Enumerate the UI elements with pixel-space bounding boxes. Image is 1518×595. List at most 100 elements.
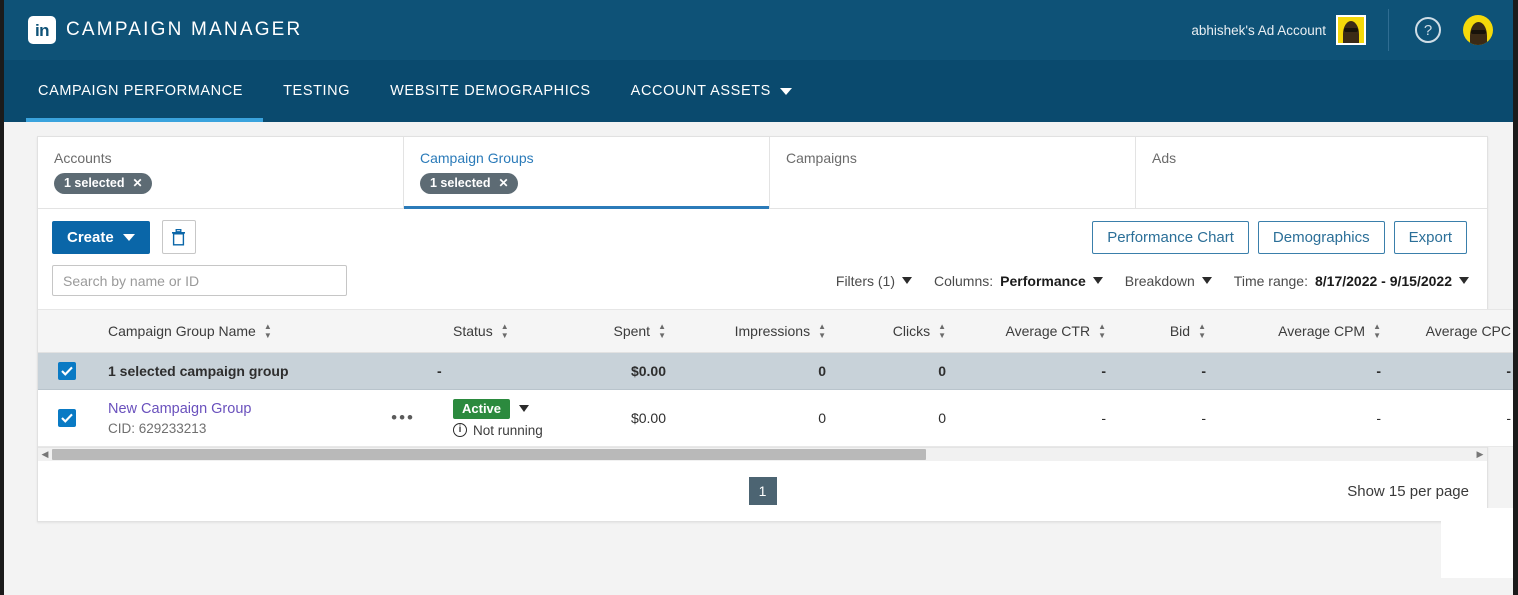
- nav-label: CAMPAIGN PERFORMANCE: [38, 83, 244, 99]
- campaign-group-link[interactable]: New Campaign Group: [108, 401, 251, 417]
- column-header-status[interactable]: Status ▲ ▼: [437, 309, 572, 353]
- table-header-row: Campaign Group Name ▲ ▼ Status ▲ ▼ Spent…: [38, 309, 1513, 353]
- profile-avatar[interactable]: [1463, 15, 1493, 45]
- search-input[interactable]: [52, 265, 347, 296]
- filters-label: Filters (1): [835, 272, 896, 289]
- row-average-cpc: -: [1397, 389, 1513, 447]
- nav-testing[interactable]: TESTING: [263, 60, 370, 122]
- select-all-checkbox[interactable]: [58, 362, 76, 380]
- filter-bar: Filters (1) Columns: Performance Breakdo…: [38, 265, 1487, 309]
- sort-icon[interactable]: ▲ ▼: [1198, 323, 1206, 340]
- export-button[interactable]: Export: [1393, 220, 1467, 254]
- breakdown-label: Breakdown: [1124, 272, 1195, 289]
- nav-account-assets[interactable]: ACCOUNT ASSETS: [611, 60, 812, 122]
- campaign-groups-table: Campaign Group Name ▲ ▼ Status ▲ ▼ Spent…: [38, 309, 1513, 461]
- row-checkbox[interactable]: [58, 409, 76, 427]
- tab-campaign-groups-label: Campaign Groups: [420, 150, 534, 166]
- summary-row-label: 1 selected campaign group: [92, 352, 437, 390]
- sort-icon[interactable]: ▲ ▼: [1098, 323, 1106, 340]
- nav-campaign-performance[interactable]: CAMPAIGN PERFORMANCE: [26, 60, 264, 122]
- time-range-dropdown[interactable]: Time range: 8/17/2022 - 9/15/2022: [1234, 273, 1469, 289]
- demographics-button[interactable]: Demographics: [1257, 220, 1385, 254]
- pagination: 1: [748, 477, 777, 505]
- tab-accounts-selection-pill[interactable]: 1 selected ✕: [54, 173, 152, 194]
- performance-chart-button[interactable]: Performance Chart: [1092, 220, 1249, 254]
- horizontal-scrollbar[interactable]: ◀ ▶: [38, 447, 1487, 461]
- scroll-right-arrow-icon[interactable]: ▶: [1473, 449, 1487, 460]
- summary-row-clicks: 0: [842, 352, 962, 390]
- nav-website-demographics[interactable]: WEBSITE DEMOGRAPHICS: [370, 60, 611, 122]
- column-header-impressions[interactable]: Impressions ▲ ▼: [682, 309, 842, 353]
- tab-campaign-groups-selection-pill[interactable]: 1 selected ✕: [420, 173, 518, 194]
- row-spent: $0.00: [572, 389, 682, 447]
- ad-account-switcher[interactable]: abhishek's Ad Account: [1191, 9, 1389, 51]
- column-header-select: [38, 309, 92, 353]
- page-1-button[interactable]: 1: [748, 477, 777, 505]
- summary-row-status: -: [437, 352, 572, 390]
- tab-accounts[interactable]: Accounts 1 selected ✕: [38, 137, 404, 208]
- delete-button[interactable]: [161, 220, 196, 254]
- info-icon: i: [453, 423, 467, 437]
- sort-icon[interactable]: ▲ ▼: [818, 323, 826, 340]
- table-row: New Campaign Group CID: 629233213 ••• Ac: [38, 389, 1513, 447]
- tab-campaign-groups[interactable]: Campaign Groups 1 selected ✕: [404, 137, 770, 209]
- row-more-actions-icon[interactable]: •••: [391, 408, 421, 428]
- status-badge[interactable]: Active: [453, 398, 511, 419]
- filters-dropdown[interactable]: Filters (1): [835, 272, 913, 289]
- summary-row-average-cpm: -: [1222, 352, 1397, 390]
- column-header-label: Impressions: [734, 323, 811, 339]
- column-header-bid[interactable]: Bid ▲ ▼: [1122, 309, 1222, 353]
- per-page-selector[interactable]: Show 15 per page: [1347, 483, 1469, 500]
- tab-ads[interactable]: Ads: [1136, 137, 1488, 208]
- column-header-label: Campaign Group Name: [108, 323, 256, 339]
- create-button[interactable]: Create: [52, 220, 150, 254]
- tab-ads-label: Ads: [1152, 150, 1177, 166]
- chevron-down-icon: [1201, 277, 1212, 284]
- time-range-value: 8/17/2022 - 9/15/2022: [1314, 272, 1452, 289]
- summary-row-checkbox-cell: [38, 352, 92, 390]
- scrollbar-track[interactable]: [52, 448, 1473, 461]
- table-footer: 1 Show 15 per page: [38, 461, 1487, 521]
- column-header-label: Average CPM: [1278, 323, 1366, 339]
- columns-value: Performance: [1000, 272, 1086, 289]
- scrollbar-thumb[interactable]: [52, 449, 926, 460]
- scroll-left-arrow-icon[interactable]: ◀: [38, 449, 52, 460]
- column-header-name[interactable]: Campaign Group Name ▲ ▼: [92, 309, 437, 353]
- tab-campaigns[interactable]: Campaigns: [770, 137, 1136, 208]
- close-icon[interactable]: ✕: [132, 176, 142, 190]
- help-icon[interactable]: ?: [1415, 17, 1441, 43]
- column-header-label: Average CTR: [1005, 323, 1091, 339]
- column-header-average-cpc[interactable]: Average CPC: [1397, 309, 1513, 353]
- sort-icon[interactable]: ▲ ▼: [938, 323, 946, 340]
- primary-nav: CAMPAIGN PERFORMANCE TESTING WEBSITE DEM…: [4, 60, 1513, 122]
- summary-row-average-cpc: -: [1397, 352, 1513, 390]
- columns-dropdown[interactable]: Columns: Performance: [934, 273, 1103, 289]
- header-right-group: abhishek's Ad Account ?: [1191, 0, 1495, 60]
- sort-icon[interactable]: ▲ ▼: [1373, 323, 1381, 340]
- chevron-down-icon: [902, 277, 913, 284]
- column-header-label: Clicks: [892, 323, 931, 339]
- chevron-down-icon: [1459, 277, 1469, 284]
- app-window: in CAMPAIGN MANAGER abhishek's Ad Accoun…: [0, 0, 1518, 595]
- row-checkbox-cell: [38, 389, 92, 447]
- sort-icon[interactable]: ▲ ▼: [658, 323, 666, 340]
- trash-icon: [172, 228, 186, 246]
- status-note-label: Not running: [473, 422, 543, 438]
- brand-logo-group[interactable]: in CAMPAIGN MANAGER: [28, 16, 302, 44]
- column-header-spent[interactable]: Spent ▲ ▼: [572, 309, 682, 353]
- sort-icon[interactable]: ▲ ▼: [264, 323, 272, 340]
- column-header-label: Spent: [613, 323, 651, 339]
- chevron-down-icon[interactable]: [519, 405, 530, 412]
- column-header-average-cpm[interactable]: Average CPM ▲ ▼: [1222, 309, 1397, 353]
- table-body: 1 selected campaign group - $0.00 0 0 - …: [38, 352, 1513, 447]
- filter-controls: Filters (1) Columns: Performance Breakdo…: [836, 273, 1471, 289]
- column-header-clicks[interactable]: Clicks ▲ ▼: [842, 309, 962, 353]
- tab-campaigns-label: Campaigns: [786, 150, 857, 166]
- close-icon[interactable]: ✕: [498, 176, 508, 190]
- chevron-down-icon: [1092, 277, 1103, 284]
- chevron-down-icon: [122, 233, 135, 241]
- column-header-average-ctr[interactable]: Average CTR ▲ ▼: [962, 309, 1122, 353]
- sort-icon[interactable]: ▲ ▼: [501, 323, 509, 340]
- breakdown-dropdown[interactable]: Breakdown: [1125, 273, 1212, 289]
- row-clicks: 0: [842, 389, 962, 447]
